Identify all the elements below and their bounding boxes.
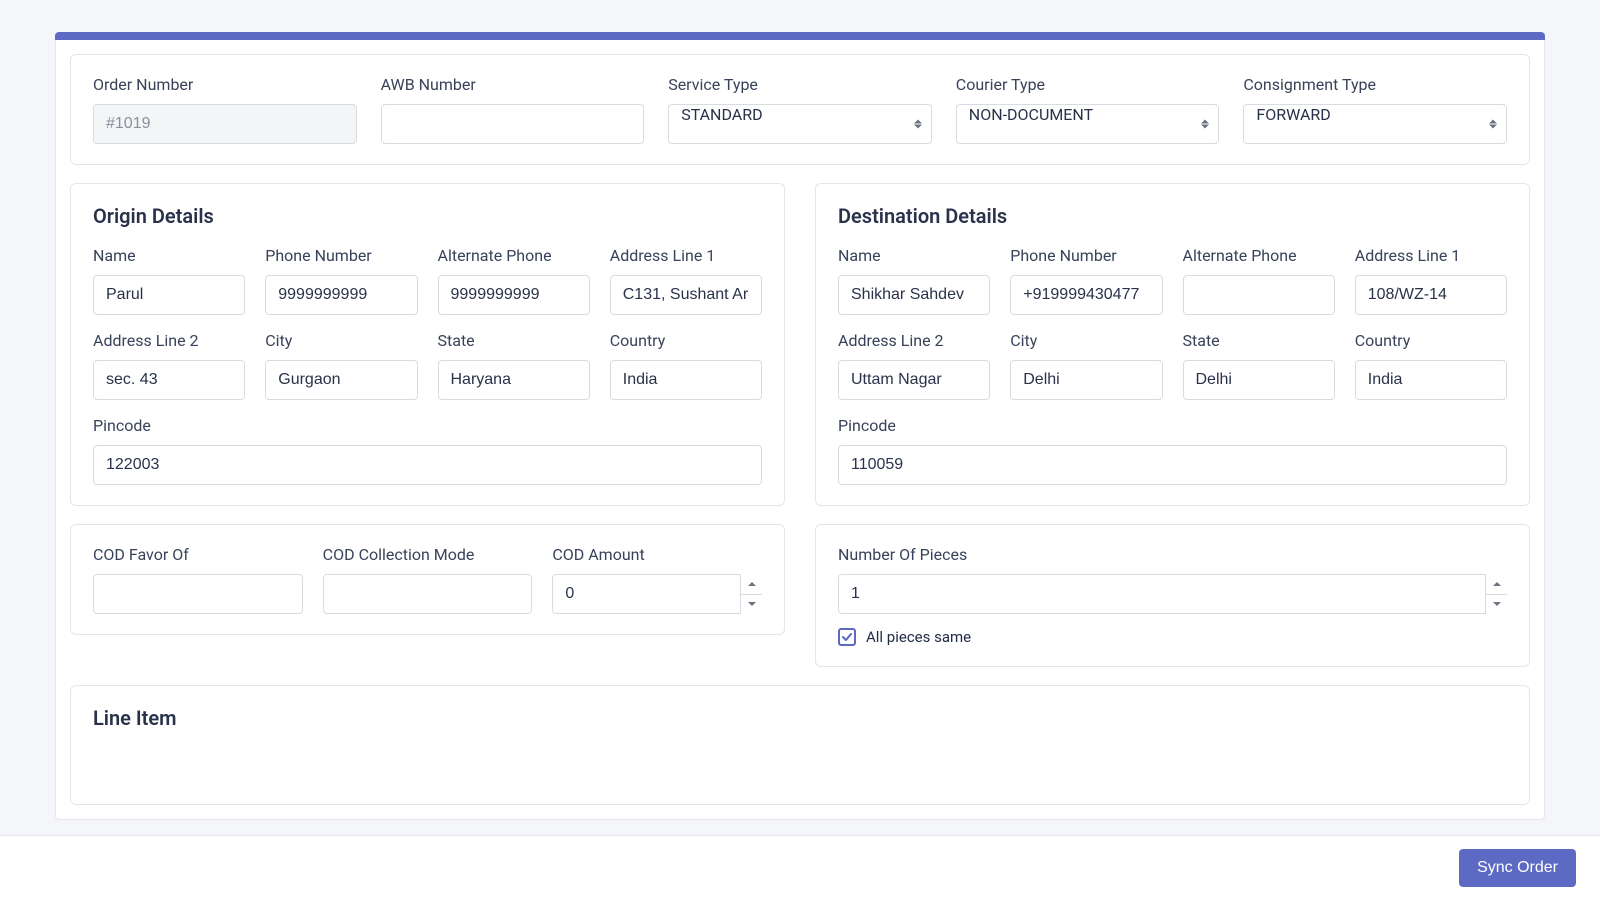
- origin-country-label: Country: [610, 331, 762, 350]
- origin-phone-label: Phone Number: [265, 246, 417, 265]
- dest-addr1-label: Address Line 1: [1355, 246, 1507, 265]
- dest-phone-input[interactable]: [1010, 275, 1162, 315]
- pieces-step-down[interactable]: [1486, 594, 1507, 615]
- order-meta-card: Order Number AWB Number Service Type STA…: [70, 54, 1530, 165]
- cod-card: COD Favor Of COD Collection Mode COD Amo…: [70, 524, 785, 635]
- dest-city-label: City: [1010, 331, 1162, 350]
- origin-state-input[interactable]: [438, 360, 590, 400]
- dest-phone-label: Phone Number: [1010, 246, 1162, 265]
- origin-details-card: Origin Details Name Phone Number: [70, 183, 785, 506]
- destination-title: Destination Details: [838, 204, 1507, 228]
- origin-addr2-input[interactable]: [93, 360, 245, 400]
- origin-city-label: City: [265, 331, 417, 350]
- dest-pincode-input[interactable]: [838, 445, 1507, 485]
- origin-addr2-label: Address Line 2: [93, 331, 245, 350]
- line-item-card: Line Item: [70, 685, 1530, 805]
- cod-amount-label: COD Amount: [552, 545, 762, 564]
- origin-pincode-input[interactable]: [93, 445, 762, 485]
- dest-name-label: Name: [838, 246, 990, 265]
- cod-amount-input[interactable]: [552, 574, 762, 614]
- origin-name-label: Name: [93, 246, 245, 265]
- accent-bar: [55, 32, 1545, 40]
- dest-country-label: Country: [1355, 331, 1507, 350]
- dest-addr2-input[interactable]: [838, 360, 990, 400]
- pieces-step-up[interactable]: [1486, 574, 1507, 594]
- order-number-label: Order Number: [93, 75, 357, 94]
- order-number-input: [93, 104, 357, 144]
- service-type-label: Service Type: [668, 75, 932, 94]
- form-frame: Order Number AWB Number Service Type STA…: [55, 40, 1545, 820]
- footer-bar: Sync Order: [0, 835, 1600, 900]
- origin-addr1-input[interactable]: [610, 275, 762, 315]
- sync-order-button[interactable]: Sync Order: [1459, 849, 1576, 887]
- pieces-count-label: Number Of Pieces: [838, 545, 1507, 564]
- dest-state-input[interactable]: [1183, 360, 1335, 400]
- destination-details-card: Destination Details Name Phone Number: [815, 183, 1530, 506]
- dest-addr2-label: Address Line 2: [838, 331, 990, 350]
- all-pieces-same-checkbox[interactable]: [838, 628, 856, 646]
- all-pieces-same-label: All pieces same: [866, 628, 971, 646]
- cod-amount-step-up[interactable]: [741, 574, 762, 594]
- consignment-type-select[interactable]: FORWARD: [1243, 104, 1507, 144]
- awb-number-label: AWB Number: [381, 75, 645, 94]
- pieces-count-input[interactable]: [838, 574, 1507, 614]
- service-type-select[interactable]: STANDARD: [668, 104, 932, 144]
- origin-addr1-label: Address Line 1: [610, 246, 762, 265]
- origin-title: Origin Details: [93, 204, 762, 228]
- origin-phone-input[interactable]: [265, 275, 417, 315]
- cod-favor-input[interactable]: [93, 574, 303, 614]
- courier-type-label: Courier Type: [956, 75, 1220, 94]
- dest-country-input[interactable]: [1355, 360, 1507, 400]
- dest-state-label: State: [1183, 331, 1335, 350]
- origin-country-input[interactable]: [610, 360, 762, 400]
- cod-mode-input[interactable]: [323, 574, 533, 614]
- cod-mode-label: COD Collection Mode: [323, 545, 533, 564]
- dest-addr1-input[interactable]: [1355, 275, 1507, 315]
- dest-city-input[interactable]: [1010, 360, 1162, 400]
- dest-altphone-label: Alternate Phone: [1183, 246, 1335, 265]
- dest-pincode-label: Pincode: [838, 416, 1507, 435]
- cod-amount-step-down[interactable]: [741, 594, 762, 615]
- origin-pincode-label: Pincode: [93, 416, 762, 435]
- origin-altphone-label: Alternate Phone: [438, 246, 590, 265]
- origin-altphone-input[interactable]: [438, 275, 590, 315]
- line-item-title: Line Item: [93, 706, 1507, 730]
- check-icon: [841, 631, 853, 643]
- origin-state-label: State: [438, 331, 590, 350]
- pieces-card: Number Of Pieces: [815, 524, 1530, 667]
- origin-name-input[interactable]: [93, 275, 245, 315]
- courier-type-select[interactable]: NON-DOCUMENT: [956, 104, 1220, 144]
- origin-city-input[interactable]: [265, 360, 417, 400]
- cod-favor-label: COD Favor Of: [93, 545, 303, 564]
- dest-name-input[interactable]: [838, 275, 990, 315]
- dest-altphone-input[interactable]: [1183, 275, 1335, 315]
- awb-number-input[interactable]: [381, 104, 645, 144]
- consignment-type-label: Consignment Type: [1243, 75, 1507, 94]
